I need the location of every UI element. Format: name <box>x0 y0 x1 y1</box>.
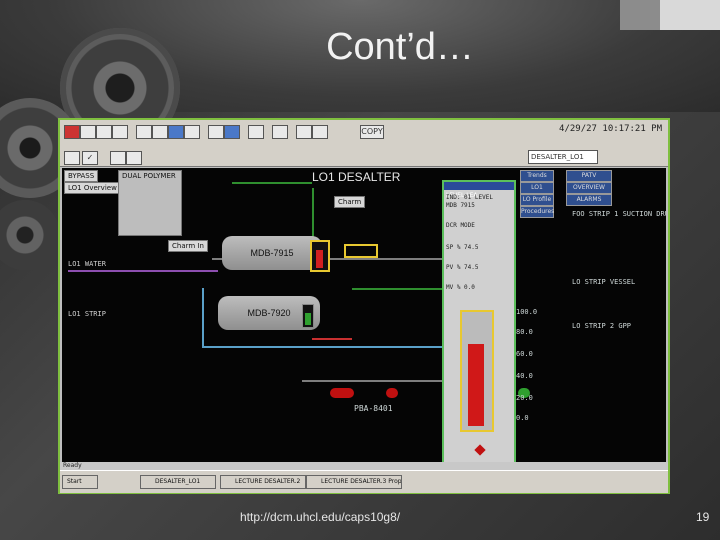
faceplate-row: IND: 01 LEVEL <box>446 194 493 201</box>
level-bar <box>305 313 311 325</box>
scale-tick: 20.0 <box>516 394 533 402</box>
taskbar: Start DESALTER_LO1 LECTURE DESALTER.2 LE… <box>60 470 668 493</box>
toolbar: COPY 4/29/27 10:17:21 PM <box>60 120 668 149</box>
cut-icon[interactable] <box>136 125 152 139</box>
faceplate-row: PV % 74.5 <box>446 264 479 271</box>
valve-icon[interactable] <box>386 388 398 398</box>
taskbar-item[interactable]: LECTURE DESALTER.2 <box>220 475 306 489</box>
right-menu-item[interactable]: OVERVIEW <box>566 182 612 194</box>
scale-tick: 40.0 <box>516 372 533 380</box>
paste-icon[interactable] <box>168 125 184 139</box>
value-highlight <box>344 244 378 258</box>
faceplate-popup[interactable]: LEVEL LEA IND: 01 LEVEL MDB 7915 DCR MOD… <box>442 180 516 468</box>
copy-button[interactable]: COPY <box>360 125 384 139</box>
water-label: LO1 WATER <box>68 260 106 268</box>
faceplate-titlebar[interactable]: LEVEL LEA <box>444 182 514 199</box>
faceplate-row: MV % 0.0 <box>446 284 475 291</box>
right-menu-item[interactable]: LO1 Levels <box>520 182 554 201</box>
open-icon[interactable] <box>80 125 96 139</box>
save-icon[interactable] <box>96 125 112 139</box>
pump-icon[interactable] <box>330 388 354 398</box>
pipe <box>352 288 442 290</box>
scale-tick: 80.0 <box>516 328 533 336</box>
charm-label: Charm <box>334 196 366 208</box>
vessel-mdb-7915[interactable]: MDB-7915 <box>222 236 322 270</box>
level-gauge <box>302 304 314 328</box>
gear-decoration <box>0 200 60 270</box>
right-note: FOO STRIP 1 SUCTION DRUM <box>572 210 666 218</box>
right-note: LO STRIP 2 GPP <box>572 322 632 330</box>
right-menu-item[interactable]: PATV <box>566 170 612 182</box>
pipe <box>202 288 204 348</box>
start-button[interactable]: Start <box>62 475 98 489</box>
pump-label: PBA-8401 <box>354 404 393 413</box>
display-title: LO1 DESALTER <box>312 170 401 184</box>
doc-icon[interactable] <box>126 151 142 165</box>
right-menu-item[interactable]: Procedures <box>520 206 554 218</box>
charm-in-label: Charm In <box>168 240 208 252</box>
footer-url: http://dcm.uhcl.edu/caps10g8/ <box>240 510 401 524</box>
pipe <box>302 380 442 382</box>
table-icon[interactable] <box>296 125 312 139</box>
print-icon[interactable] <box>112 125 128 139</box>
grid-icon[interactable] <box>224 125 240 139</box>
export-icon[interactable] <box>312 125 328 139</box>
process-graphic: LO1 DESALTER BYPASS LO1 Overview DUAL PO… <box>62 168 666 462</box>
check-icon[interactable]: ✓ <box>82 151 98 165</box>
pipe <box>202 346 442 348</box>
faceplate-row: SP % 74.5 <box>446 244 479 251</box>
mode-panel-title: DUAL POLYMER <box>122 172 176 180</box>
scale-tick: 60.0 <box>516 350 533 358</box>
status-bar: Ready <box>60 462 668 470</box>
bypass-button[interactable]: BYPASS <box>64 170 99 182</box>
right-note: LO STRIP VESSEL <box>572 278 636 286</box>
overview-button[interactable]: LO1 Overview <box>64 182 121 194</box>
copy-icon[interactable] <box>152 125 168 139</box>
pen-icon[interactable] <box>110 151 126 165</box>
taskbar-item[interactable]: LECTURE DESALTER.3 Prop... <box>306 475 402 489</box>
faceplate-row: MDB 7915 <box>446 202 475 209</box>
level-bargraph-fill <box>468 344 484 426</box>
display-address-field[interactable]: DESALTER_LO1 <box>528 150 598 164</box>
right-menu-item[interactable]: Trends <box>520 170 554 182</box>
pipe <box>312 338 352 340</box>
taskbar-item[interactable]: DESALTER_LO1 <box>140 475 216 489</box>
print-icon[interactable] <box>64 151 80 165</box>
page-number: 19 <box>696 510 710 524</box>
right-menu-item[interactable]: LO Profile <box>520 194 554 206</box>
pipe <box>232 182 312 184</box>
zoom-icon[interactable] <box>208 125 224 139</box>
trend-icon[interactable] <box>248 125 264 139</box>
level-bar <box>316 250 323 268</box>
slide-title: Cont’d… <box>326 26 474 68</box>
scale-tick: 100.0 <box>516 308 538 316</box>
secondary-toolbar: ✓ DESALTER_LO1 <box>60 148 668 167</box>
faceplate-row: DCR MODE <box>446 222 475 229</box>
undo-icon[interactable] <box>184 125 200 139</box>
dcs-screenshot: COPY 4/29/27 10:17:21 PM ✓ DESALTER_LO1 … <box>58 118 670 494</box>
level-bargraph <box>460 310 494 432</box>
pipe <box>68 270 218 272</box>
scale-tick: 0.0 <box>516 414 529 422</box>
level-highlight <box>310 240 330 272</box>
alarm-indicator-icon <box>474 444 486 456</box>
right-menu-item[interactable]: ALARMS <box>566 194 612 206</box>
vessel-label: MDB-7920 <box>247 308 291 318</box>
chart-icon[interactable] <box>272 125 288 139</box>
pipe <box>312 188 314 238</box>
mode-panel: DUAL POLYMER <box>118 170 182 236</box>
vessel-label: MDB-7915 <box>250 248 294 258</box>
new-icon[interactable] <box>64 125 80 139</box>
clock: 4/29/27 10:17:21 PM <box>559 124 662 134</box>
strip-label: LO1 STRIP <box>68 310 106 318</box>
